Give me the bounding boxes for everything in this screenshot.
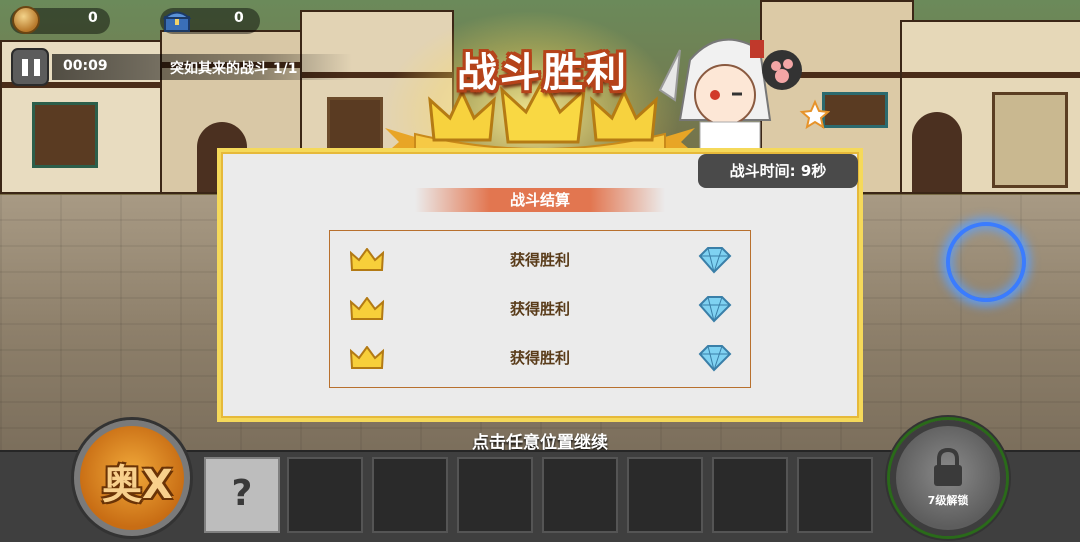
- diamond-icon: [698, 296, 732, 323]
- mascot-character: [658, 38, 830, 150]
- skill-slot-empty[interactable]: [712, 457, 788, 533]
- ultimate-skill-button[interactable]: 奥X: [74, 420, 190, 536]
- skill-slot-empty[interactable]: [797, 457, 873, 533]
- question-mark: ?: [231, 473, 253, 514]
- crown-icon: [428, 88, 496, 142]
- coin-icon: [12, 6, 40, 34]
- pause-button[interactable]: [11, 48, 49, 86]
- house: [900, 20, 1080, 194]
- task-label: 获得胜利: [509, 300, 570, 318]
- pause-icon: [22, 59, 28, 76]
- skill-slot-empty[interactable]: [287, 457, 363, 533]
- skill-slot-unknown[interactable]: ?: [204, 457, 280, 533]
- crown-icon: [590, 88, 658, 142]
- task-row: 获得胜利: [330, 284, 750, 332]
- lock-icon: [934, 448, 962, 486]
- locked-skill-button[interactable]: 7级解锁: [890, 420, 1006, 536]
- ultimate-skill-label: 奥X: [102, 462, 173, 508]
- task-list: 获得胜利 获得胜利 获得胜利: [329, 230, 751, 388]
- crown-icon: [350, 248, 384, 271]
- crown-icon: [350, 346, 384, 369]
- skill-slot-empty[interactable]: [457, 457, 533, 533]
- joystick-ring[interactable]: [946, 222, 1026, 302]
- task-row: 获得胜利: [330, 333, 750, 381]
- skill-slot-empty[interactable]: [372, 457, 448, 533]
- skill-slot-empty[interactable]: [627, 457, 703, 533]
- diamond-icon: [698, 345, 732, 372]
- unlock-level-label: 7级解锁: [927, 494, 969, 507]
- treasure-chest-icon: [163, 11, 191, 32]
- chest-count: 0: [234, 10, 244, 26]
- task-row: 获得胜利: [330, 235, 750, 283]
- diamond-icon: [698, 247, 732, 274]
- coin-count: 0: [88, 10, 98, 26]
- summary-title: 战斗结算: [509, 191, 570, 209]
- battle-time-badge: 战斗时间: 9秒: [698, 154, 858, 188]
- crown-icon: [350, 297, 384, 320]
- stage-name: 突如其来的战斗 1/1: [170, 61, 298, 77]
- task-label: 获得胜利: [509, 251, 570, 269]
- victory-title: 战斗胜利: [457, 50, 629, 96]
- battle-timer: 00:09: [63, 58, 108, 74]
- task-label: 获得胜利: [509, 349, 570, 367]
- skill-slot-empty[interactable]: [542, 457, 618, 533]
